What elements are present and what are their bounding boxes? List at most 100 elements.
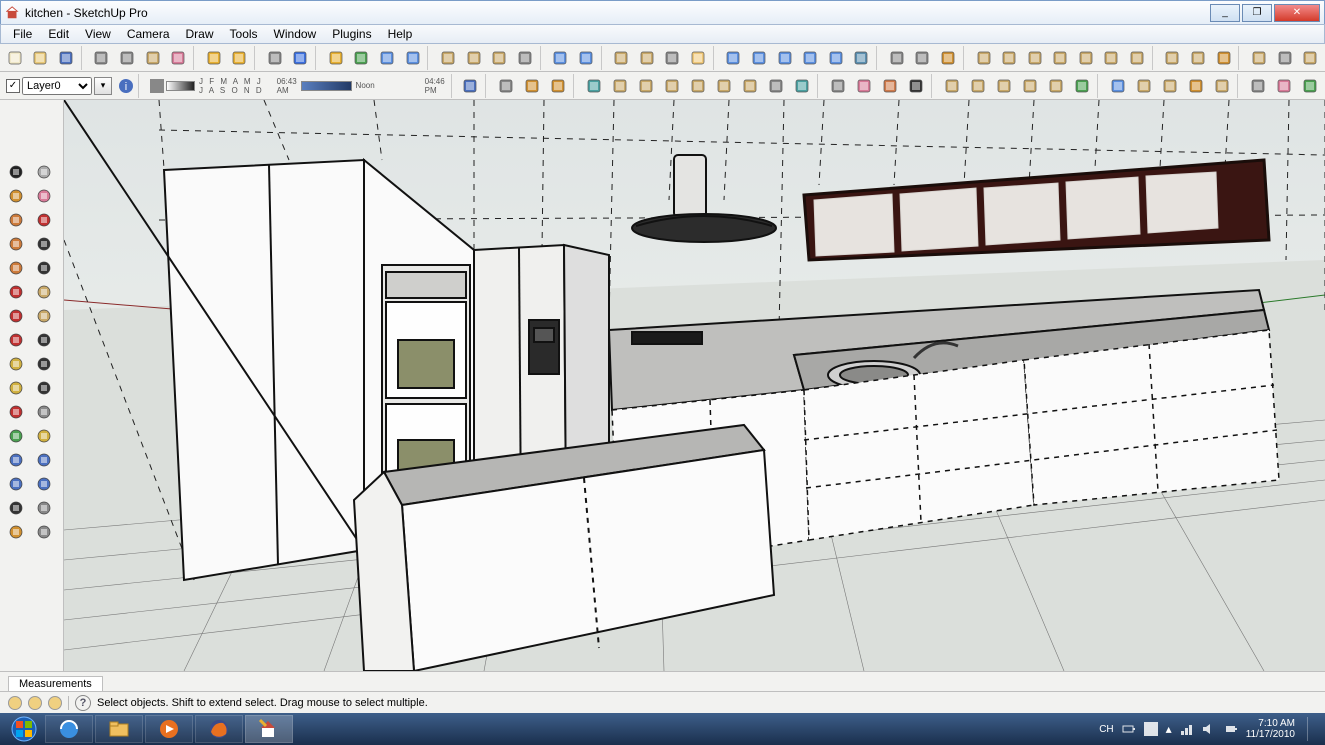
- layer-dropdown[interactable]: Layer0: [22, 77, 92, 95]
- walk2-icon[interactable]: [904, 74, 928, 98]
- tray-battery-icon[interactable]: [1122, 722, 1136, 736]
- box-icon[interactable]: [436, 46, 460, 70]
- front-icon[interactable]: [1023, 46, 1047, 70]
- walk3-icon[interactable]: [3, 497, 29, 519]
- right-icon[interactable]: [1048, 46, 1072, 70]
- zoom-window2-icon[interactable]: [31, 449, 57, 471]
- box7-icon[interactable]: [1298, 74, 1322, 98]
- cloud-icon[interactable]: [1247, 46, 1271, 70]
- redo-icon[interactable]: [227, 46, 251, 70]
- start-button[interactable]: [4, 715, 44, 743]
- line-icon[interactable]: [31, 209, 57, 231]
- view2-icon[interactable]: [966, 74, 990, 98]
- mono-icon[interactable]: [686, 74, 710, 98]
- layers2-icon[interactable]: [574, 46, 598, 70]
- menu-file[interactable]: File: [5, 27, 40, 41]
- freehand-icon[interactable]: [31, 257, 57, 279]
- box2-icon[interactable]: [462, 46, 486, 70]
- gear-icon[interactable]: [878, 74, 902, 98]
- polygon-icon[interactable]: [3, 257, 29, 279]
- view4-icon[interactable]: [1018, 74, 1042, 98]
- layer-dropdown-button[interactable]: ▾: [94, 77, 112, 95]
- offset-icon[interactable]: [31, 329, 57, 351]
- move-icon[interactable]: [911, 46, 935, 70]
- shaded-icon[interactable]: [634, 74, 658, 98]
- wire-icon[interactable]: [582, 74, 606, 98]
- box6-icon[interactable]: [1272, 74, 1296, 98]
- sphere2-icon[interactable]: [661, 46, 685, 70]
- layer-visible-checkbox[interactable]: ✓: [6, 79, 20, 93]
- tape-icon[interactable]: [3, 353, 29, 375]
- group-icon[interactable]: [513, 46, 537, 70]
- house2-icon[interactable]: [1161, 46, 1185, 70]
- taskbar-explorer[interactable]: [95, 715, 143, 743]
- open-file-icon[interactable]: [29, 46, 53, 70]
- menu-tools[interactable]: Tools: [222, 27, 266, 41]
- select-icon[interactable]: [3, 161, 29, 183]
- view-icon[interactable]: [940, 74, 964, 98]
- section4-icon[interactable]: [3, 521, 29, 543]
- layers-icon[interactable]: [548, 46, 572, 70]
- tray-clock[interactable]: 7:10 AM 11/17/2010: [1246, 718, 1295, 740]
- hand-icon[interactable]: [686, 46, 710, 70]
- followme-icon[interactable]: [31, 305, 57, 327]
- axes-icon[interactable]: [764, 74, 788, 98]
- copy-icon[interactable]: [115, 46, 139, 70]
- xray-icon[interactable]: [712, 74, 736, 98]
- taskbar-media[interactable]: [145, 715, 193, 743]
- help-icon[interactable]: ?: [75, 695, 91, 711]
- look2-icon[interactable]: [31, 497, 57, 519]
- protractor-icon[interactable]: [3, 377, 29, 399]
- text-icon[interactable]: [31, 377, 57, 399]
- view5-icon[interactable]: [1044, 74, 1068, 98]
- measurements-tab[interactable]: Measurements: [8, 676, 103, 691]
- cube5-icon[interactable]: [1158, 74, 1182, 98]
- top-icon[interactable]: [997, 46, 1021, 70]
- section-icon[interactable]: [936, 46, 960, 70]
- shaded-tex-icon[interactable]: [660, 74, 684, 98]
- layer-info-icon[interactable]: [458, 74, 482, 98]
- look-icon[interactable]: [885, 46, 909, 70]
- save-icon[interactable]: [54, 46, 78, 70]
- hidden-icon[interactable]: [608, 74, 632, 98]
- menu-draw[interactable]: Draw: [178, 27, 222, 41]
- house3-icon[interactable]: [1186, 46, 1210, 70]
- component-icon[interactable]: [487, 46, 511, 70]
- zoom-window-icon[interactable]: [747, 46, 771, 70]
- tray-flag-icon[interactable]: [1144, 722, 1158, 736]
- r-icon[interactable]: [375, 46, 399, 70]
- paintbucket-icon[interactable]: [3, 185, 29, 207]
- shadow-time-slider[interactable]: [301, 81, 352, 91]
- zoom2-icon[interactable]: [3, 449, 29, 471]
- move-tool-icon[interactable]: [3, 281, 29, 303]
- question-icon[interactable]: [401, 46, 425, 70]
- menu-camera[interactable]: Camera: [119, 27, 178, 41]
- sphere-icon[interactable]: [635, 46, 659, 70]
- arc-icon[interactable]: [31, 233, 57, 255]
- circle-icon[interactable]: [3, 233, 29, 255]
- taskbar-ie[interactable]: [45, 715, 93, 743]
- zoom-ext2-icon[interactable]: [3, 473, 29, 495]
- layer-info-button[interactable]: i: [117, 74, 135, 98]
- rectangle-icon[interactable]: [3, 209, 29, 231]
- walk-icon[interactable]: [850, 46, 874, 70]
- shadow-date-slider[interactable]: [166, 81, 195, 91]
- xray2-icon[interactable]: [738, 74, 762, 98]
- position-icon[interactable]: [31, 521, 57, 543]
- orbit-icon[interactable]: [3, 425, 29, 447]
- cube-icon[interactable]: [609, 46, 633, 70]
- left-icon[interactable]: [1100, 46, 1124, 70]
- shadow-toggle-icon[interactable]: [149, 77, 165, 95]
- tray-lang[interactable]: CH: [1099, 724, 1113, 735]
- tray-power-icon[interactable]: [1224, 722, 1238, 736]
- undo-icon[interactable]: [202, 46, 226, 70]
- tray-volume-icon[interactable]: [1202, 722, 1216, 736]
- pushpull-icon[interactable]: [31, 281, 57, 303]
- pan-icon[interactable]: [31, 425, 57, 447]
- 3dw-icon[interactable]: [1212, 46, 1236, 70]
- m-icon[interactable]: [324, 46, 348, 70]
- back-icon[interactable]: [1074, 46, 1098, 70]
- component-icon[interactable]: [31, 161, 57, 183]
- print-icon[interactable]: [263, 46, 287, 70]
- next-icon[interactable]: [824, 46, 848, 70]
